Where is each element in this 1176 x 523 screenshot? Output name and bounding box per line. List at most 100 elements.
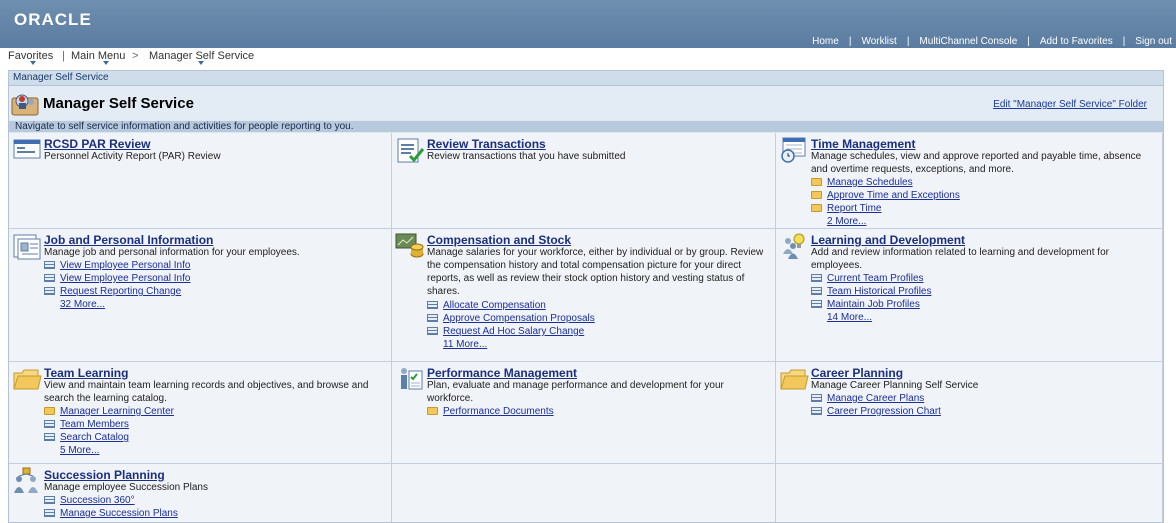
job-personal-info-desc: Manage job and personal information for …: [44, 247, 300, 258]
career-progression-chart-link[interactable]: Career Progression Chart: [827, 406, 941, 417]
review-transactions-desc: Review transactions that you have submit…: [427, 151, 626, 162]
folder-icon: [427, 407, 438, 416]
list-item: Manage Succession Plans: [44, 507, 178, 520]
manage-career-plans-link[interactable]: Manage Career Plans: [827, 393, 924, 404]
compensation-stock-link[interactable]: Compensation and Stock: [427, 233, 571, 247]
view-employee-personal-info-link[interactable]: View Employee Personal Info: [60, 260, 190, 271]
more-link[interactable]: 32 More...: [60, 298, 190, 311]
more-link[interactable]: 2 More...: [827, 215, 960, 228]
team-learning-link[interactable]: Team Learning: [44, 366, 128, 380]
calendar-clock-icon: [781, 137, 806, 163]
page-icon: [44, 496, 55, 505]
compensation-stock-desc: Manage salaries for your workforce, eith…: [427, 247, 764, 297]
list-item: Approve Time and Exceptions: [811, 189, 960, 202]
view-employee-personal-info-link[interactable]: View Employee Personal Info: [60, 273, 190, 284]
favorites-dropdown-icon: [30, 61, 36, 65]
compensation-stock-links: Allocate Compensation Approve Compensati…: [427, 299, 595, 351]
list-item: Maintain Job Profiles: [811, 298, 931, 311]
career-planning-link[interactable]: Career Planning: [811, 366, 903, 380]
current-team-profiles-link[interactable]: Current Team Profiles: [827, 273, 924, 284]
page-icon: [427, 327, 438, 336]
manager-learning-center-link[interactable]: Manager Learning Center: [60, 406, 174, 417]
top-banner: ORACLE Home | Worklist | MultiChannel Consol…: [0, 0, 1176, 48]
form-icon: [13, 139, 41, 159]
succession-planning-desc: Manage employee Succession Plans: [44, 482, 208, 493]
search-catalog-link[interactable]: Search Catalog: [60, 432, 129, 443]
multichannel-console-link[interactable]: MultiChannel Console: [919, 36, 1017, 47]
time-management-links: Manage Schedules Approve Time and Except…: [811, 176, 960, 228]
team-learning-links: Manager Learning Center Team Members Sea…: [44, 405, 174, 457]
more-link[interactable]: 14 More...: [827, 311, 931, 324]
page-icon: [811, 394, 822, 403]
maintain-job-profiles-link[interactable]: Maintain Job Profiles: [827, 299, 920, 310]
request-ad-hoc-salary-change-link[interactable]: Request Ad Hoc Salary Change: [443, 326, 584, 337]
menu-grid: RCSD PAR Review Personnel Activity Repor…: [9, 133, 1163, 522]
breadcrumb: Favorites | Main Menu > Manager Self Ser…: [0, 48, 1176, 66]
performance-management-link[interactable]: Performance Management: [427, 366, 577, 380]
time-management-desc: Manage schedules, view and approve repor…: [811, 151, 1142, 175]
current-dropdown-icon: [198, 61, 204, 65]
page-icon: [811, 287, 822, 296]
pagelet-header: Manager Self Service: [9, 71, 1163, 86]
job-personal-info-link[interactable]: Job and Personal Information: [44, 233, 213, 247]
people-hierarchy-icon: [14, 467, 38, 493]
list-item: Current Team Profiles: [811, 272, 931, 285]
more-link[interactable]: 5 More...: [60, 444, 174, 457]
folder-icon: [44, 407, 55, 416]
list-item: Manage Career Plans: [811, 392, 941, 405]
performance-documents-link[interactable]: Performance Documents: [443, 406, 554, 417]
manage-succession-plans-link[interactable]: Manage Succession Plans: [60, 508, 178, 519]
approve-compensation-proposals-link[interactable]: Approve Compensation Proposals: [443, 313, 595, 324]
succession-planning-link[interactable]: Succession Planning: [44, 468, 165, 482]
time-management-cell: Time Management Manage schedules, view a…: [776, 133, 1163, 229]
list-item: Team Historical Profiles: [811, 285, 931, 298]
rcsd-par-review-link[interactable]: RCSD PAR Review: [44, 137, 150, 151]
report-time-link[interactable]: Report Time: [827, 203, 881, 214]
career-planning-desc: Manage Career Planning Self Service: [811, 380, 979, 391]
home-link[interactable]: Home: [812, 36, 839, 47]
allocate-compensation-link[interactable]: Allocate Compensation: [443, 300, 546, 311]
worklist-link[interactable]: Worklist: [861, 36, 896, 47]
manage-schedules-link[interactable]: Manage Schedules: [827, 177, 913, 188]
list-item: View Employee Personal Info: [44, 259, 190, 272]
add-to-favorites-link[interactable]: Add to Favorites: [1040, 36, 1113, 47]
request-reporting-change-link[interactable]: Request Reporting Change: [60, 286, 181, 297]
breadcrumb-divider: |: [62, 50, 65, 62]
performance-management-desc: Plan, evaluate and manage performance an…: [427, 380, 724, 404]
succession-planning-links: Succession 360° Manage Succession Plans: [44, 494, 178, 520]
rcsd-par-review-cell: RCSD PAR Review Personnel Activity Repor…: [9, 133, 392, 229]
learning-development-desc: Add and review information related to le…: [811, 247, 1109, 271]
edit-folder-link[interactable]: Edit "Manager Self Service" Folder: [993, 99, 1147, 110]
folder-icon: [811, 178, 822, 187]
folder-icon: [780, 369, 809, 390]
page-icon: [427, 314, 438, 323]
team-historical-profiles-link[interactable]: Team Historical Profiles: [827, 286, 931, 297]
list-item: Performance Documents: [427, 405, 554, 418]
page-icon: [811, 274, 822, 283]
list-item: Manager Learning Center: [44, 405, 174, 418]
review-transactions-link[interactable]: Review Transactions: [427, 137, 546, 151]
sign-out-link[interactable]: Sign out: [1135, 36, 1172, 47]
more-link[interactable]: 11 More...: [443, 338, 595, 351]
breadcrumb-arrow: >: [132, 50, 139, 62]
rcsd-par-review-desc: Personnel Activity Report (PAR) Review: [44, 151, 221, 162]
approve-time-link[interactable]: Approve Time and Exceptions: [827, 190, 960, 201]
main-menu-dropdown-icon: [103, 61, 109, 65]
page-icon: [44, 274, 55, 283]
team-learning-desc: View and maintain team learning records …: [44, 380, 369, 404]
list-item: Report Time: [811, 202, 960, 215]
time-management-link[interactable]: Time Management: [811, 137, 915, 151]
instructions-bar: Navigate to self service information and…: [9, 121, 1163, 132]
page-icon: [811, 407, 822, 416]
team-members-link[interactable]: Team Members: [60, 419, 129, 430]
main-menu[interactable]: Main Menu: [71, 50, 125, 62]
manager-self-service-pagelet: Manager Self Service Manager Self Servic…: [8, 70, 1164, 523]
folder-icon: [811, 191, 822, 200]
money-chart-icon: [395, 233, 424, 258]
succession-360-link[interactable]: Succession 360°: [60, 495, 135, 506]
page-icon: [44, 433, 55, 442]
learning-development-cell: Learning and Development Add and review …: [776, 229, 1163, 362]
learning-development-link[interactable]: Learning and Development: [811, 233, 965, 247]
performance-management-cell: Performance Management Plan, evaluate an…: [392, 362, 776, 464]
title-row: Manager Self Service Edit "Manager Self …: [9, 86, 1163, 120]
